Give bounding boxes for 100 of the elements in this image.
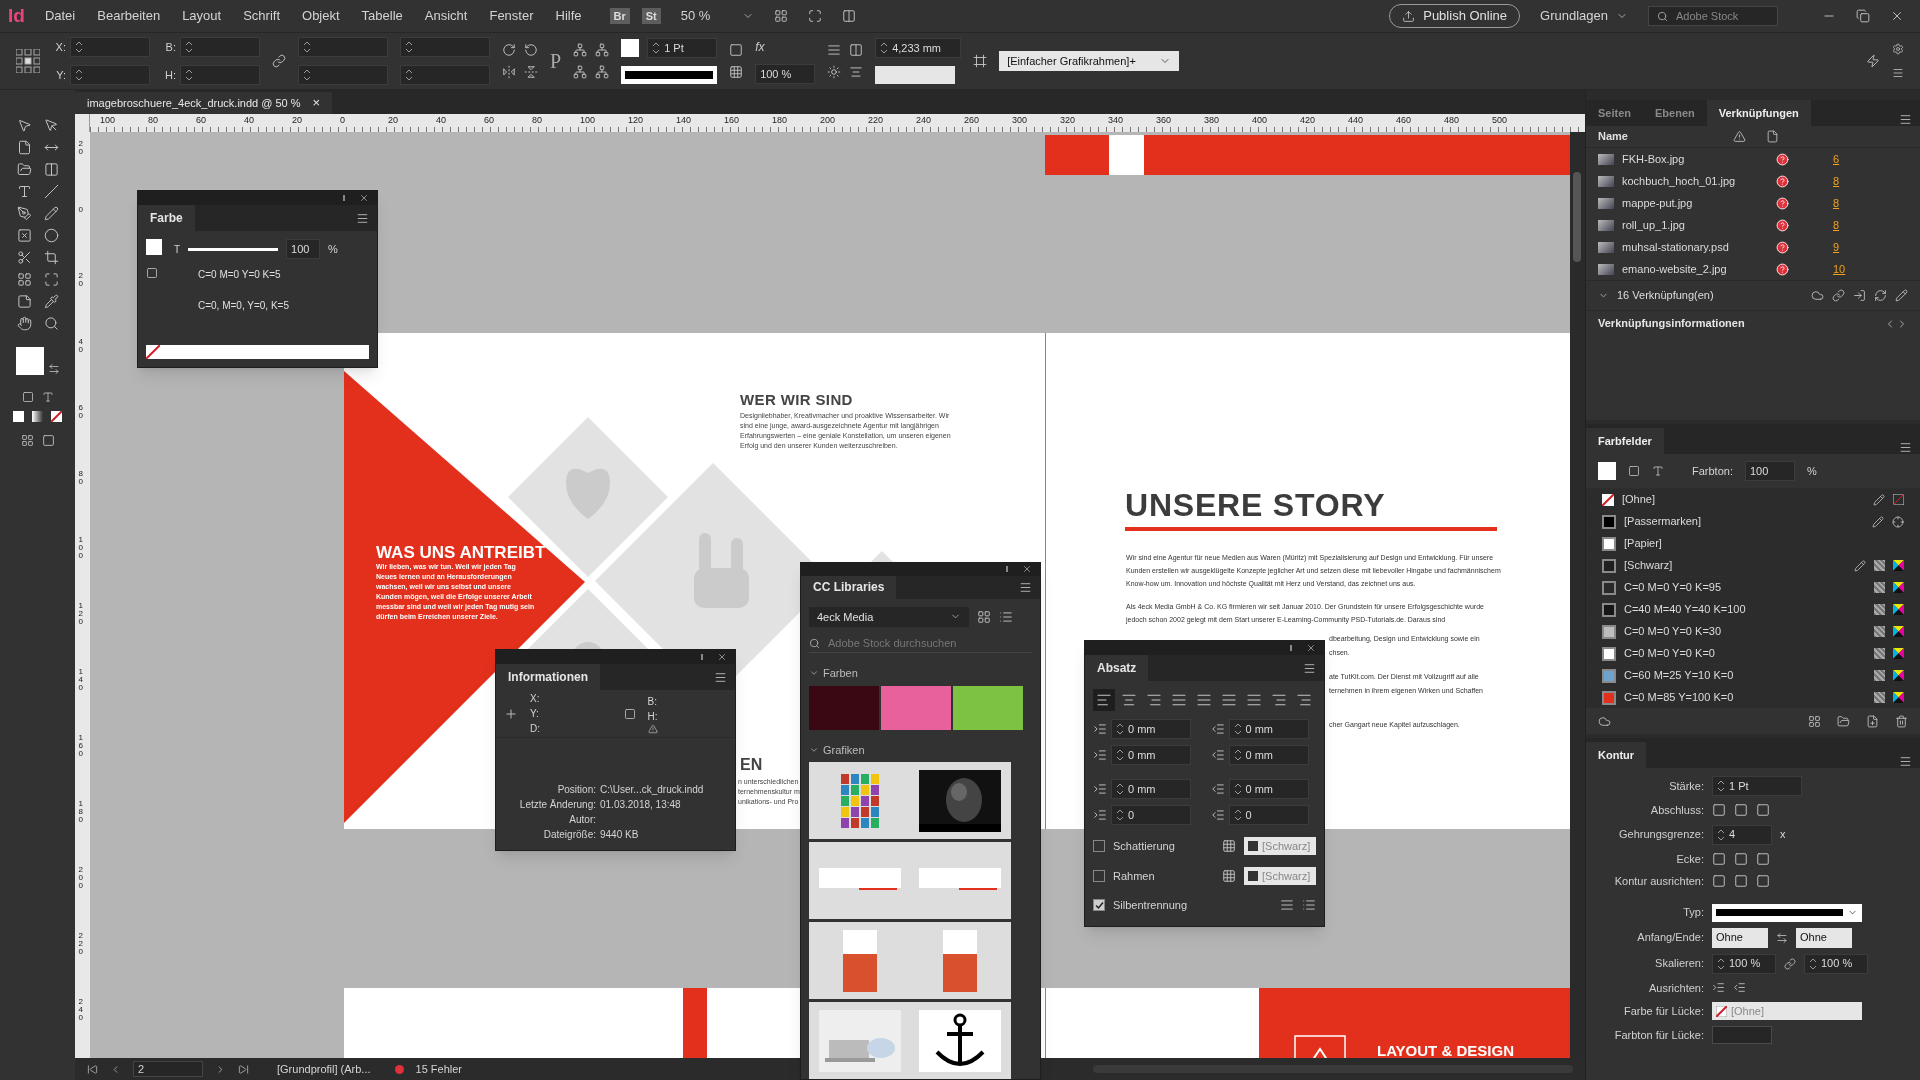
error-count[interactable]: 15 Fehler xyxy=(415,1060,463,1078)
stock-search-field[interactable]: Adobe Stock xyxy=(1648,6,1778,26)
opacity-field[interactable]: 100 % xyxy=(755,64,816,84)
pen-tool-icon[interactable] xyxy=(16,206,32,221)
menu-item[interactable]: Fenster xyxy=(489,6,534,26)
indent-field[interactable]: 0 xyxy=(1111,805,1191,825)
swatch-row[interactable]: [Papier] xyxy=(1586,532,1920,554)
page-tool-icon[interactable] xyxy=(16,140,32,155)
stepper-icon[interactable] xyxy=(1116,807,1124,823)
panel-menu-icon[interactable] xyxy=(714,670,727,684)
menu-item[interactable]: Tabelle xyxy=(361,6,403,26)
restore-icon[interactable] xyxy=(1856,9,1870,23)
join-icon[interactable] xyxy=(1734,851,1748,866)
warning-icon[interactable] xyxy=(1733,130,1746,143)
swatch-row[interactable]: C=0 M=85 Y=100 K=0 xyxy=(1586,686,1920,708)
stepper-icon[interactable] xyxy=(1233,781,1242,797)
preflight-profile[interactable]: [Grundprofil] (Arb... xyxy=(277,1060,371,1078)
stroke-icon[interactable] xyxy=(729,43,744,57)
relink-icon[interactable] xyxy=(1832,289,1845,302)
stepper-icon[interactable] xyxy=(1233,721,1242,737)
align-arrow-icon[interactable] xyxy=(1733,981,1746,995)
stepper-icon[interactable] xyxy=(1233,807,1242,823)
rotate-icon[interactable] xyxy=(524,43,538,57)
screen-mode-icon[interactable] xyxy=(774,9,789,23)
panel-tab[interactable]: Seiten xyxy=(1586,100,1643,126)
stock-button[interactable]: St xyxy=(641,7,661,25)
coordinate-field[interactable] xyxy=(70,65,150,85)
stroke-type-field[interactable] xyxy=(621,66,718,84)
view-icon[interactable] xyxy=(808,9,823,23)
content-placer-icon[interactable] xyxy=(43,162,59,177)
swap-icon[interactable] xyxy=(1776,931,1788,944)
stepper-icon[interactable] xyxy=(185,67,193,83)
selection-tool-icon[interactable] xyxy=(16,118,32,133)
first-page-icon[interactable] xyxy=(87,1063,98,1075)
stepper-icon[interactable] xyxy=(75,39,83,55)
indent-field[interactable]: 0 mm xyxy=(1111,779,1191,799)
align-stroke-icon[interactable] xyxy=(1756,874,1770,889)
page-number[interactable]: 10 xyxy=(1833,260,1846,278)
tint-slider-fill[interactable] xyxy=(188,247,279,251)
new-swatch-icon[interactable] xyxy=(1866,714,1879,728)
object-style-icon[interactable] xyxy=(973,54,988,68)
page-number[interactable]: 8 xyxy=(1833,216,1840,234)
link-row[interactable]: roll_up_1.jpg 8 xyxy=(1586,214,1920,236)
color-ramp[interactable] xyxy=(160,345,369,359)
fill-stroke-swatch[interactable] xyxy=(15,347,44,375)
menu-item[interactable]: Bearbeiten xyxy=(97,6,161,26)
arrange-icon[interactable] xyxy=(842,9,857,23)
justification-icon[interactable] xyxy=(1302,898,1316,913)
pencil-tool-icon[interactable] xyxy=(43,206,59,221)
panel-tab[interactable]: Kontur xyxy=(1586,742,1647,768)
stroke-weight-field[interactable]: 1 Pt xyxy=(1712,776,1802,796)
panel-menu-icon[interactable] xyxy=(1019,580,1032,594)
library-color[interactable] xyxy=(809,685,879,730)
tab-close-button[interactable]: × xyxy=(312,93,321,113)
apply-color-icon[interactable] xyxy=(13,411,24,422)
stepper-icon[interactable] xyxy=(75,67,83,83)
flip-icon[interactable] xyxy=(502,65,516,79)
text-format-icon[interactable] xyxy=(1652,465,1664,477)
frame-format-icon[interactable] xyxy=(146,267,158,279)
shear-field[interactable] xyxy=(400,65,490,85)
miter-field[interactable]: 4 xyxy=(1712,824,1772,845)
angle-field[interactable] xyxy=(400,37,490,57)
panel-menu-icon[interactable] xyxy=(1899,441,1912,454)
panel-menu-icon[interactable] xyxy=(1303,661,1316,675)
panel-tab[interactable]: CC Libraries xyxy=(801,575,897,599)
swatch-row[interactable]: C=40 M=40 Y=40 K=100 xyxy=(1586,598,1920,620)
close-icon[interactable] xyxy=(1306,643,1316,653)
object-style-dropdown[interactable]: [Einfacher Grafikrahmen]+ xyxy=(999,51,1180,71)
gap-tint-field[interactable] xyxy=(1712,1026,1772,1044)
coordinate-field[interactable] xyxy=(180,37,260,57)
hyphenation-icon[interactable] xyxy=(1280,898,1294,913)
type-tool-icon[interactable] xyxy=(16,184,32,199)
panel-tab[interactable]: Absatz xyxy=(1085,655,1149,681)
panel-tab[interactable]: Informationen xyxy=(496,664,600,690)
join-icon[interactable] xyxy=(1756,851,1770,866)
stroke-weight-field[interactable]: 1 Pt xyxy=(647,38,718,58)
flip-icon[interactable] xyxy=(524,65,538,79)
cap-icon[interactable] xyxy=(1712,803,1726,818)
frame-format-icon[interactable] xyxy=(1628,465,1640,477)
edit-original-icon[interactable] xyxy=(1895,289,1908,302)
swap-icon[interactable] xyxy=(47,363,60,375)
settings-icon[interactable] xyxy=(1892,43,1904,55)
apply-none-icon[interactable] xyxy=(51,411,62,422)
hand-tool-icon[interactable] xyxy=(16,316,32,331)
library-dropdown[interactable]: 4eck Media xyxy=(809,606,969,627)
indent-field[interactable]: 0 mm xyxy=(1228,779,1309,799)
swatch-row[interactable]: [Passermarken] xyxy=(1586,510,1920,532)
frame-format-icon[interactable] xyxy=(21,391,34,403)
frame-fill-field[interactable] xyxy=(875,66,956,84)
stepper-icon[interactable] xyxy=(1233,747,1242,763)
swatch-view-icon[interactable] xyxy=(1808,714,1821,728)
stepper-icon[interactable] xyxy=(303,67,311,83)
indent-field[interactable]: 0 mm xyxy=(1228,745,1309,765)
fill-stroke-swatch[interactable] xyxy=(146,239,162,255)
ellipse-tool-icon[interactable] xyxy=(43,228,59,243)
menu-icon[interactable] xyxy=(1892,67,1904,79)
constrain-icon[interactable] xyxy=(272,54,286,68)
menu-item[interactable]: Hilfe xyxy=(555,6,582,26)
start-dropdown[interactable]: Ohne xyxy=(1712,927,1768,948)
preview-mode-icon[interactable] xyxy=(41,434,55,447)
